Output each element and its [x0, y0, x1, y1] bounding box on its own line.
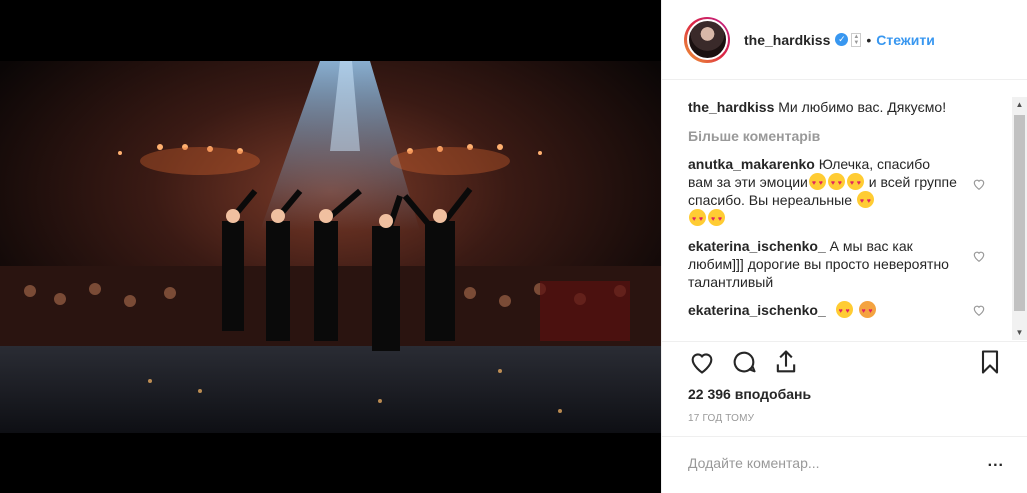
- avatar[interactable]: [684, 16, 730, 63]
- verified-badge-icon: ✓: [835, 33, 849, 46]
- more-options-button[interactable]: ...: [988, 453, 1004, 471]
- tongue-emoji-icon: [835, 301, 853, 321]
- comment-icon[interactable]: [730, 348, 758, 376]
- comment-text: anutka_makarenko Юлечка, спасибо вам за …: [688, 155, 958, 229]
- list-item: ekaterina_ischenko_ А мы вас как любим]]…: [688, 237, 1027, 291]
- heart-eyes-emoji-icon: [708, 209, 725, 229]
- post-username[interactable]: the_hardkiss: [744, 32, 830, 48]
- comment-input[interactable]: [688, 455, 948, 471]
- small-heart-icon[interactable]: [972, 303, 986, 317]
- heart-eyes-emoji-icon: [846, 173, 864, 193]
- post-timestamp: 17 ГОД ТОМУ: [688, 413, 755, 424]
- small-heart-icon[interactable]: [972, 177, 986, 191]
- concert-photo[interactable]: [0, 61, 661, 433]
- comment-username[interactable]: ekaterina_ischenko_: [688, 238, 826, 254]
- caption-username[interactable]: the_hardkiss: [688, 99, 774, 115]
- scroll-up-arrow-icon[interactable]: ▲: [1012, 97, 1027, 112]
- comments-list[interactable]: the_hardkiss Ми любимо вас. Дякуємо! Біл…: [662, 81, 1027, 341]
- small-heart-icon[interactable]: [972, 249, 986, 263]
- caption: the_hardkiss Ми любимо вас. Дякуємо!: [688, 98, 958, 116]
- instagram-post-modal: the_hardkiss ✓ ▲ ▼ • Стежити the_hardkiss…: [0, 0, 1027, 493]
- comment-username[interactable]: ekaterina_ischenko_: [688, 302, 826, 318]
- add-comment-bar: ...: [662, 436, 1027, 493]
- post-side-panel: the_hardkiss ✓ ▲ ▼ • Стежити the_hardkiss…: [661, 0, 1027, 493]
- list-item: ekaterina_ischenko_: [688, 301, 1027, 321]
- comment-text: ekaterina_ischenko_ А мы вас как любим]]…: [688, 238, 949, 290]
- scroll-down-arrow-icon[interactable]: ▼: [1012, 325, 1027, 340]
- stepper-icon: ▲ ▼: [851, 32, 862, 47]
- heart-eyes-emoji-icon: [808, 173, 826, 193]
- scroll-thumb[interactable]: [1014, 115, 1025, 311]
- separator-dot: •: [866, 31, 872, 48]
- comment-text: ekaterina_ischenko_: [688, 301, 958, 321]
- post-media: [0, 0, 661, 493]
- heart-eyes-emoji-icon: [856, 191, 874, 211]
- comment-username[interactable]: anutka_makarenko: [688, 156, 815, 172]
- cat-emoji-icon: [858, 301, 876, 321]
- share-icon[interactable]: [772, 348, 800, 376]
- post-header: the_hardkiss ✓ ▲ ▼ • Стежити: [662, 0, 1027, 80]
- bookmark-icon[interactable]: [976, 348, 1004, 376]
- heart-eyes-emoji-icon: [827, 173, 845, 193]
- heart-eyes-emoji-icon: [689, 209, 706, 229]
- caption-text: Ми любимо вас. Дякуємо!: [778, 99, 947, 115]
- action-bar: [662, 341, 1027, 383]
- heart-icon[interactable]: [688, 348, 716, 376]
- list-item: anutka_makarenko Юлечка, спасибо вам за …: [688, 155, 1027, 229]
- follow-button[interactable]: Стежити: [876, 32, 935, 48]
- more-comments-button[interactable]: Більше коментарів: [688, 128, 1027, 144]
- likes-count[interactable]: 22 396 вподобань: [688, 386, 811, 402]
- comments-scrollbar[interactable]: ▲ ▼: [1012, 97, 1027, 340]
